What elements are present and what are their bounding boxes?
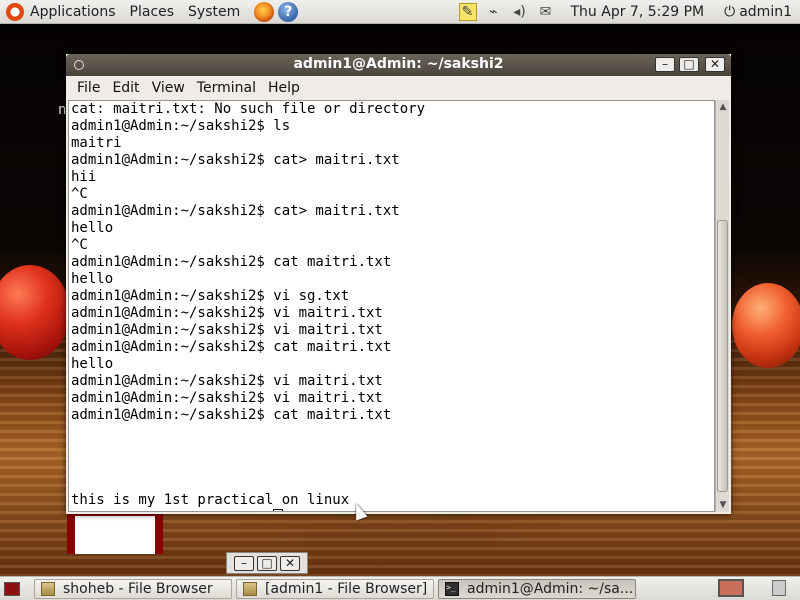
- minimize-button-2[interactable]: –: [234, 555, 254, 571]
- menu-applications[interactable]: Applications: [30, 4, 116, 20]
- terminal-line: admin1@Admin:~/sakshi2$ vi maitri.txt: [71, 305, 383, 321]
- task-terminal[interactable]: >_ admin1@Admin: ~/sa...: [438, 578, 636, 599]
- terminal-line: admin1@Admin:~/sakshi2$ cat> maitri.txt: [71, 152, 400, 168]
- maximize-button-2[interactable]: □: [257, 555, 277, 571]
- terminal-line: hello: [71, 356, 114, 372]
- folder-icon: [243, 581, 257, 596]
- user-name: admin1: [739, 4, 792, 20]
- mail-icon[interactable]: ✉: [537, 3, 555, 21]
- task-label: shoheb - File Browser: [63, 580, 213, 597]
- close-button-2[interactable]: ✕: [280, 555, 300, 571]
- terminal-line: admin1@Admin:~/sakshi2$ vi maitri.txt: [71, 390, 383, 406]
- scrollbar-thumb[interactable]: [717, 220, 728, 492]
- terminal-prompt: admin1@Admin:~/sakshi2$: [71, 511, 273, 512]
- close-button[interactable]: ✕: [705, 57, 725, 72]
- top-panel: Applications Places System ? ✎ ⌁ ◂) ✉ Th…: [0, 0, 800, 24]
- terminal-window: admin1@Admin: ~/sakshi2 – □ ✕ File Edit …: [66, 54, 731, 514]
- terminal-line: ^C: [71, 237, 88, 253]
- scroll-down-icon[interactable]: ▼: [716, 498, 730, 512]
- terminal-prompt-line: admin1@Admin:~/sakshi2$: [71, 509, 714, 512]
- power-icon: ⏻: [724, 4, 736, 20]
- terminal-line: admin1@Admin:~/sakshi2$ ls: [71, 118, 291, 134]
- menu-help[interactable]: Help: [268, 80, 300, 96]
- menu-terminal[interactable]: Terminal: [197, 80, 256, 96]
- clock[interactable]: Thu Apr 7, 5:29 PM: [571, 4, 705, 20]
- task-label: admin1@Admin: ~/sa...: [467, 580, 634, 597]
- bottom-panel: shoheb - File Browser [admin1 - File Bro…: [0, 576, 800, 600]
- menu-edit[interactable]: Edit: [112, 80, 139, 96]
- terminal-line: admin1@Admin:~/sakshi2$ cat> maitri.txt: [71, 203, 400, 219]
- terminal-line: hello: [71, 220, 114, 236]
- task-shoheb-file-browser[interactable]: shoheb - File Browser: [34, 578, 232, 599]
- task-label: [admin1 - File Browser]: [265, 580, 428, 597]
- window-title: admin1@Admin: ~/sakshi2: [293, 56, 504, 72]
- volume-icon[interactable]: ◂): [511, 3, 529, 21]
- desktop-window-thumbnail[interactable]: [67, 514, 163, 554]
- terminal-line: hello: [71, 271, 114, 287]
- menu-file[interactable]: File: [77, 80, 100, 96]
- terminal-text: cat: maitri.txt: No such file or directo…: [69, 101, 714, 512]
- maximize-button[interactable]: □: [679, 57, 699, 72]
- firefox-icon[interactable]: [254, 1, 275, 22]
- text-cursor: [273, 509, 284, 511]
- terminal-line: ^C: [71, 186, 88, 202]
- minimized-window-controls: – □ ✕: [226, 552, 308, 574]
- terminal-line: admin1@Admin:~/sakshi2$ vi sg.txt: [71, 288, 350, 304]
- network-icon[interactable]: ⌁: [485, 3, 503, 21]
- terminal-line: maitri: [71, 135, 122, 151]
- show-desktop-icon[interactable]: [4, 581, 20, 596]
- terminal-line: admin1@Admin:~/sakshi2$ cat maitri.txt: [71, 254, 392, 270]
- menu-view[interactable]: View: [152, 80, 185, 96]
- terminal-line: admin1@Admin:~/sakshi2$ vi maitri.txt: [71, 373, 383, 389]
- apple-image-right: [732, 283, 800, 368]
- notes-icon[interactable]: ✎: [458, 3, 477, 21]
- terminal-icon: >_: [445, 581, 459, 596]
- terminal-line: admin1@Admin:~/sakshi2$ cat maitri.txt: [71, 407, 392, 423]
- workspace-switcher[interactable]: [718, 579, 744, 597]
- terminal-scrollbar[interactable]: ▲ ▼: [715, 100, 729, 512]
- terminal-line: admin1@Admin:~/sakshi2$ vi maitri.txt: [71, 322, 383, 338]
- user-menu[interactable]: ⏻ admin1: [724, 4, 792, 20]
- menu-places[interactable]: Places: [130, 4, 175, 20]
- terminal-line: this is my 1st practical on linux: [71, 492, 350, 508]
- terminal-output[interactable]: cat: maitri.txt: No such file or directo…: [68, 100, 715, 512]
- folder-icon: [41, 581, 55, 596]
- trash-icon[interactable]: [772, 580, 786, 596]
- terminal-line: hii: [71, 169, 97, 185]
- terminal-line: admin1@Admin:~/sakshi2$ cat maitri.txt: [71, 339, 392, 355]
- minimize-button[interactable]: –: [655, 57, 675, 72]
- terminal-line: cat: maitri.txt: No such file or directo…: [71, 101, 426, 117]
- scroll-up-icon[interactable]: ▲: [716, 100, 730, 114]
- help-icon[interactable]: ?: [278, 1, 299, 22]
- system-tray: ✎ ⌁ ◂) ✉ Thu Apr 7, 5:29 PM ⏻ admin1: [458, 0, 800, 24]
- ubuntu-logo-icon[interactable]: [6, 2, 24, 21]
- window-titlebar[interactable]: admin1@Admin: ~/sakshi2 – □ ✕: [66, 54, 731, 76]
- terminal-menubar: File Edit View Terminal Help: [66, 76, 731, 100]
- task-admin1-file-browser[interactable]: [admin1 - File Browser]: [236, 578, 434, 599]
- menu-system[interactable]: System: [188, 4, 240, 20]
